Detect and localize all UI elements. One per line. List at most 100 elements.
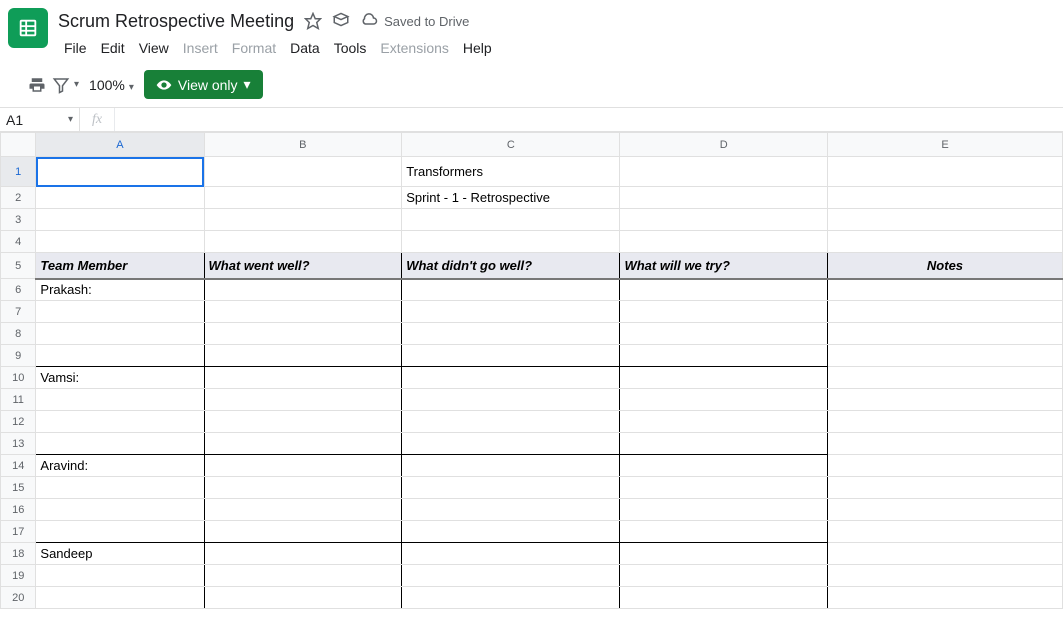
menu-tools[interactable]: Tools	[328, 36, 373, 60]
cell-D19[interactable]	[620, 565, 828, 587]
cell-D16[interactable]	[620, 499, 828, 521]
cell-E9[interactable]	[827, 345, 1062, 367]
cell-A10[interactable]: Vamsi:	[36, 367, 204, 389]
cell-B9[interactable]	[204, 345, 402, 367]
cell-E3[interactable]	[827, 209, 1062, 231]
menu-edit[interactable]: Edit	[95, 36, 131, 60]
cell-A4[interactable]	[36, 231, 204, 253]
star-icon[interactable]	[304, 12, 322, 30]
cell-D3[interactable]	[620, 209, 828, 231]
cell-B8[interactable]	[204, 323, 402, 345]
cell-B14[interactable]	[204, 455, 402, 477]
cell-C18[interactable]	[402, 543, 620, 565]
cell-C17[interactable]	[402, 521, 620, 543]
formula-input[interactable]	[115, 108, 1063, 131]
cell-C12[interactable]	[402, 411, 620, 433]
cell-A13[interactable]	[36, 433, 204, 455]
menu-view[interactable]: View	[133, 36, 175, 60]
row-header-10[interactable]: 10	[1, 367, 36, 389]
cell-E16[interactable]	[827, 499, 1062, 521]
cell-E19[interactable]	[827, 565, 1062, 587]
cell-B16[interactable]	[204, 499, 402, 521]
row-header-17[interactable]: 17	[1, 521, 36, 543]
cell-D8[interactable]	[620, 323, 828, 345]
menu-format[interactable]: Format	[226, 36, 282, 60]
cell-E17[interactable]	[827, 521, 1062, 543]
cell-D18[interactable]	[620, 543, 828, 565]
cell-C11[interactable]	[402, 389, 620, 411]
select-all-corner[interactable]	[1, 133, 36, 157]
cell-B5[interactable]: What went well?	[204, 253, 402, 279]
cell-E14[interactable]	[827, 455, 1062, 477]
cell-D2[interactable]	[620, 187, 828, 209]
cell-D9[interactable]	[620, 345, 828, 367]
cell-D1[interactable]	[620, 157, 828, 187]
cell-D7[interactable]	[620, 301, 828, 323]
row-header-1[interactable]: 1	[1, 157, 36, 187]
cell-C5[interactable]: What didn't go well?	[402, 253, 620, 279]
cell-D11[interactable]	[620, 389, 828, 411]
cell-E18[interactable]	[827, 543, 1062, 565]
cell-B15[interactable]	[204, 477, 402, 499]
row-header-4[interactable]: 4	[1, 231, 36, 253]
cell-D10[interactable]	[620, 367, 828, 389]
col-header-A[interactable]: A	[36, 133, 204, 157]
cell-D17[interactable]	[620, 521, 828, 543]
cell-B10[interactable]	[204, 367, 402, 389]
cell-B11[interactable]	[204, 389, 402, 411]
cell-E10[interactable]	[827, 367, 1062, 389]
row-header-8[interactable]: 8	[1, 323, 36, 345]
cell-B13[interactable]	[204, 433, 402, 455]
menu-data[interactable]: Data	[284, 36, 326, 60]
cell-E8[interactable]	[827, 323, 1062, 345]
cell-A12[interactable]	[36, 411, 204, 433]
col-header-D[interactable]: D	[620, 133, 828, 157]
col-header-E[interactable]: E	[827, 133, 1062, 157]
row-header-15[interactable]: 15	[1, 477, 36, 499]
doc-title[interactable]: Scrum Retrospective Meeting	[58, 11, 294, 32]
cell-E15[interactable]	[827, 477, 1062, 499]
zoom-selector[interactable]: 100%▾	[89, 77, 134, 93]
cell-C2[interactable]: Sprint - 1 - Retrospective	[402, 187, 620, 209]
row-header-12[interactable]: 12	[1, 411, 36, 433]
row-header-18[interactable]: 18	[1, 543, 36, 565]
cell-B2[interactable]	[204, 187, 402, 209]
cell-B7[interactable]	[204, 301, 402, 323]
cell-A11[interactable]	[36, 389, 204, 411]
cell-C20[interactable]	[402, 587, 620, 609]
cell-A20[interactable]	[36, 587, 204, 609]
cell-A16[interactable]	[36, 499, 204, 521]
cell-A17[interactable]	[36, 521, 204, 543]
cell-B12[interactable]	[204, 411, 402, 433]
cell-B18[interactable]	[204, 543, 402, 565]
cell-E1[interactable]	[827, 157, 1062, 187]
cell-D20[interactable]	[620, 587, 828, 609]
cell-C3[interactable]	[402, 209, 620, 231]
cell-C13[interactable]	[402, 433, 620, 455]
cell-E11[interactable]	[827, 389, 1062, 411]
menu-insert[interactable]: Insert	[177, 36, 224, 60]
cell-B4[interactable]	[204, 231, 402, 253]
cell-E7[interactable]	[827, 301, 1062, 323]
row-header-2[interactable]: 2	[1, 187, 36, 209]
row-header-6[interactable]: 6	[1, 279, 36, 301]
cell-C7[interactable]	[402, 301, 620, 323]
row-header-19[interactable]: 19	[1, 565, 36, 587]
cell-B6[interactable]	[204, 279, 402, 301]
sheets-logo[interactable]	[8, 8, 48, 48]
cell-C16[interactable]	[402, 499, 620, 521]
cell-A2[interactable]	[36, 187, 204, 209]
cell-C4[interactable]	[402, 231, 620, 253]
row-header-13[interactable]: 13	[1, 433, 36, 455]
cell-E13[interactable]	[827, 433, 1062, 455]
cell-A15[interactable]	[36, 477, 204, 499]
cell-E20[interactable]	[827, 587, 1062, 609]
print-icon[interactable]	[28, 76, 46, 94]
menu-help[interactable]: Help	[457, 36, 498, 60]
cell-A18[interactable]: Sandeep	[36, 543, 204, 565]
cell-B3[interactable]	[204, 209, 402, 231]
cell-B19[interactable]	[204, 565, 402, 587]
cell-D14[interactable]	[620, 455, 828, 477]
menu-file[interactable]: File	[58, 36, 93, 60]
row-header-5[interactable]: 5	[1, 253, 36, 279]
